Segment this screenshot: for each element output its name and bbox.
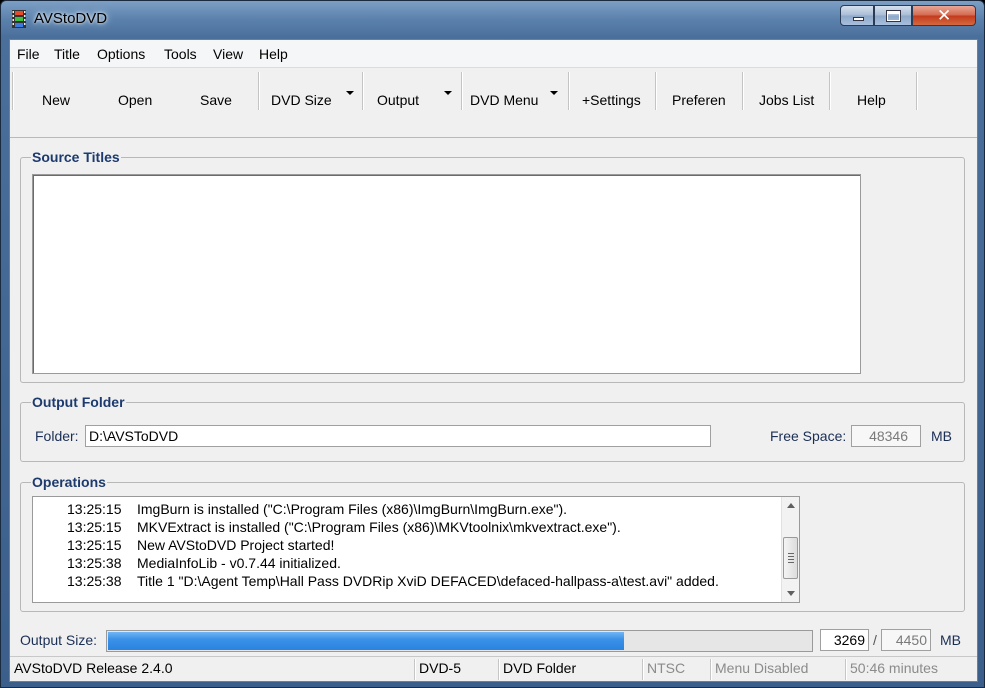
maximize-icon (886, 10, 901, 22)
toolbar-separator (655, 72, 657, 110)
log-line: 13:25:15 MKVExtract is installed ("C:\Pro… (67, 519, 621, 535)
help-button[interactable]: Help (857, 92, 886, 108)
output-size-separator: / (873, 632, 877, 648)
status-bar: AVStoDVD Release 2.4.0 DVD-5 DVD Folder … (10, 656, 977, 681)
close-button[interactable]: ✕ (912, 5, 976, 26)
toolbar-separator (568, 72, 570, 110)
grip-line (788, 559, 794, 560)
new-button[interactable]: New (42, 92, 70, 108)
status-release: AVStoDVD Release 2.4.0 (14, 660, 173, 676)
minimize-icon (853, 17, 864, 21)
dvd-menu-button[interactable]: DVD Menu (470, 92, 538, 108)
free-space-unit: MB (931, 428, 952, 444)
window-title: AVStoDVD (34, 10, 108, 27)
output-size-current: 3269 (820, 629, 869, 651)
minimize-button[interactable] (840, 5, 874, 26)
output-folder-group: Output Folder Folder: D:\AVSToDVD Free S… (20, 394, 965, 462)
operations-group: Operations 13:25:15 ImgBurn is installed … (20, 474, 965, 612)
folder-label: Folder: (35, 428, 79, 444)
free-space-field: 48346 (851, 425, 921, 447)
close-icon: ✕ (937, 6, 952, 25)
menu-tools[interactable]: Tools (164, 46, 197, 62)
menu-options[interactable]: Options (97, 46, 145, 62)
save-button[interactable]: Save (200, 92, 232, 108)
toolbar-separator (12, 72, 14, 110)
dvd-menu-dropdown-icon[interactable] (550, 91, 558, 95)
client-area: File Title Options Tools View Help New O… (9, 39, 978, 682)
log-line: 13:25:15 ImgBurn is installed ("C:\Progra… (67, 501, 568, 517)
operations-scrollbar[interactable] (781, 497, 799, 602)
toolbar-separator (258, 72, 260, 110)
menu-bar: File Title Options Tools View Help (10, 40, 977, 68)
output-folder-label: Output Folder (31, 394, 126, 410)
grip-line (788, 556, 794, 557)
log-line: 13:25:38 MediaInfoLib - v0.7.44 initializ… (67, 555, 341, 571)
folder-input[interactable]: D:\AVSToDVD (85, 425, 711, 447)
operations-log[interactable]: 13:25:15 ImgBurn is installed ("C:\Progra… (32, 496, 800, 603)
film-strip-icon (12, 10, 26, 28)
output-dropdown-icon[interactable] (444, 91, 452, 95)
dvd-size-button[interactable]: DVD Size (271, 92, 332, 108)
output-size-max: 4450 (881, 629, 931, 651)
status-output-type: DVD Folder (498, 659, 641, 680)
scroll-up-icon[interactable] (787, 503, 795, 508)
output-button[interactable]: Output (377, 92, 419, 108)
menu-view[interactable]: View (213, 46, 243, 62)
output-size-progress-fill (108, 632, 625, 650)
grip-line (788, 562, 794, 563)
output-size-label: Output Size: (20, 632, 98, 648)
log-line: 13:25:38 Title 1 "D:\Agent Temp\Hall Pass… (67, 573, 719, 589)
status-menu-state: Menu Disabled (710, 659, 844, 680)
scroll-down-icon[interactable] (787, 591, 795, 596)
free-space-label: Free Space: (770, 428, 847, 444)
output-size-progress (106, 630, 813, 652)
source-titles-label: Source Titles (31, 149, 121, 165)
status-video-standard: NTSC (642, 659, 708, 680)
scroll-thumb[interactable] (783, 537, 798, 579)
settings-button[interactable]: +Settings (582, 92, 641, 108)
toolbar-separator (742, 72, 744, 110)
source-titles-group: Source Titles (20, 149, 965, 383)
toolbar-separator (362, 72, 364, 110)
source-titles-list[interactable] (32, 174, 861, 374)
toolbar: New Open Save DVD Size Output DVD Menu +… (10, 68, 977, 138)
status-duration: 50:46 minutes (845, 659, 977, 680)
menu-help[interactable]: Help (259, 46, 288, 62)
grip-line (788, 553, 794, 554)
log-line: 13:25:15 New AVStoDVD Project started! (67, 537, 335, 553)
preferences-button[interactable]: Preferen (672, 92, 726, 108)
dvd-size-dropdown-icon[interactable] (346, 91, 354, 95)
menu-file[interactable]: File (17, 46, 40, 62)
status-dvd-type: DVD-5 (414, 659, 496, 680)
output-size-unit: MB (940, 632, 961, 648)
title-bar[interactable]: AVStoDVD ✕ (1, 1, 984, 37)
maximize-button[interactable] (874, 5, 912, 26)
toolbar-separator (461, 72, 463, 110)
menu-title[interactable]: Title (54, 46, 80, 62)
toolbar-separator (829, 72, 831, 110)
operations-label: Operations (31, 474, 107, 490)
jobs-list-button[interactable]: Jobs List (759, 92, 814, 108)
toolbar-separator (916, 72, 918, 110)
open-button[interactable]: Open (118, 92, 152, 108)
app-window: AVStoDVD ✕ File Title Options Tools View… (0, 0, 985, 688)
